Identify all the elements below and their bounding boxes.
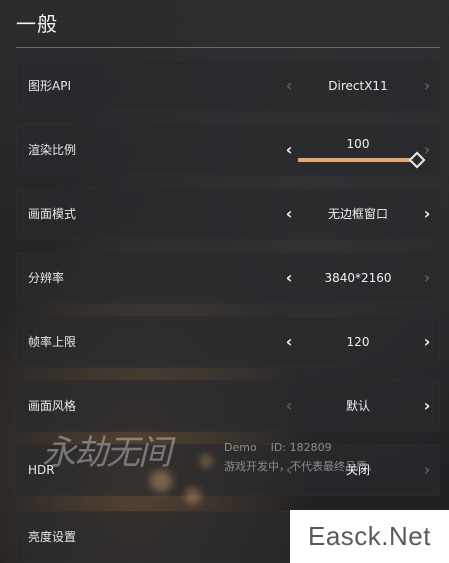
setting-label: 分辨率 [28,271,65,285]
slider-fill [298,158,418,162]
chevron-right-icon[interactable]: › [419,188,435,240]
setting-label: 亮度设置 [28,530,77,544]
chevron-right-icon[interactable]: › [419,380,435,432]
dev-notice-watermark: 游戏开发中，不代表最终品质。 [224,460,378,473]
chevron-left-icon[interactable]: ‹ [281,252,297,304]
setting-row-resolution: 分辨率 ‹ 3840*2160 › [16,252,440,304]
setting-row-display-mode: 画面模式 ‹ 无边框窗口 › [16,188,440,240]
chevron-left-icon[interactable]: ‹ [281,316,297,368]
site-watermark-badge: Easck.Net [290,510,449,563]
background-glow [200,455,212,467]
setting-label: 画面模式 [28,207,77,221]
setting-row-render-scale: 渲染比例 ‹ 100 › [16,124,440,176]
setting-value: 3840*2160 [324,271,392,285]
chevron-right-icon[interactable]: › [419,124,435,176]
game-logo-watermark: 永劫无间 [42,433,172,473]
setting-value: 120 [346,335,370,349]
setting-row-frame-rate-cap: 帧率上限 ‹ 120 › [16,316,440,368]
chevron-left-icon[interactable]: ‹ [281,60,297,112]
setting-row-graphics-api: 图形API ‹ DirectX11 › [16,60,440,112]
section-title: 一般 [16,12,58,36]
chevron-left-icon[interactable]: ‹ [281,380,297,432]
chevron-left-icon[interactable]: ‹ [281,188,297,240]
title-divider [16,47,440,48]
setting-label: 渲染比例 [28,143,77,157]
chevron-right-icon[interactable]: › [419,444,435,496]
chevron-right-icon[interactable]: › [419,316,435,368]
setting-value: 默认 [345,399,370,413]
setting-value: DirectX11 [328,79,388,93]
demo-id-watermark: Demo ID: 182809 [224,441,332,454]
background-glow [185,488,201,504]
setting-label: 帧率上限 [28,335,77,349]
chevron-right-icon[interactable]: › [419,60,435,112]
setting-value: 无边框窗口 [327,207,388,221]
render-scale-slider[interactable] [298,151,426,169]
chevron-left-icon[interactable]: ‹ [281,124,297,176]
setting-label: 图形API [28,79,71,93]
chevron-right-icon[interactable]: › [419,252,435,304]
